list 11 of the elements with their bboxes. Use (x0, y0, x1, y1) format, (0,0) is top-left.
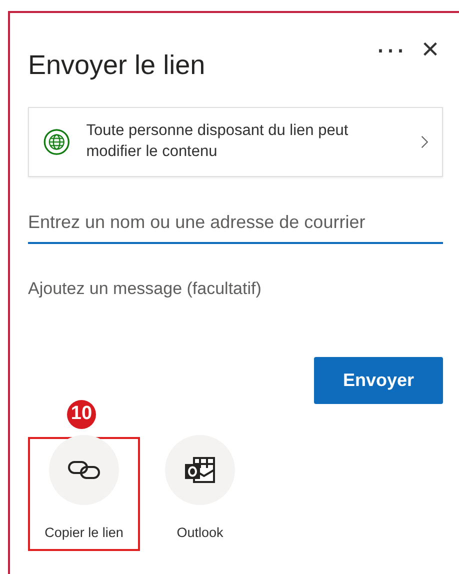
panel-title: Envoyer le lien (28, 49, 206, 82)
share-option-label: Outlook (176, 524, 224, 542)
share-option[interactable]: Copier le lien (28, 437, 140, 552)
send-button[interactable]: Envoyer (314, 357, 443, 404)
close-button[interactable]: × (417, 35, 443, 65)
more-button[interactable]: ··· (371, 35, 410, 65)
callout-number: 10 (67, 400, 96, 430)
permission-text: Toute personne disposant du lien peut modifier le contenu (86, 121, 350, 162)
permission-card[interactable]: Toute personne disposant du lien peut modifier le contenu (28, 107, 443, 178)
share-option-label: Copier le lien (44, 524, 124, 542)
share-option[interactable]: Outlook (144, 437, 256, 552)
